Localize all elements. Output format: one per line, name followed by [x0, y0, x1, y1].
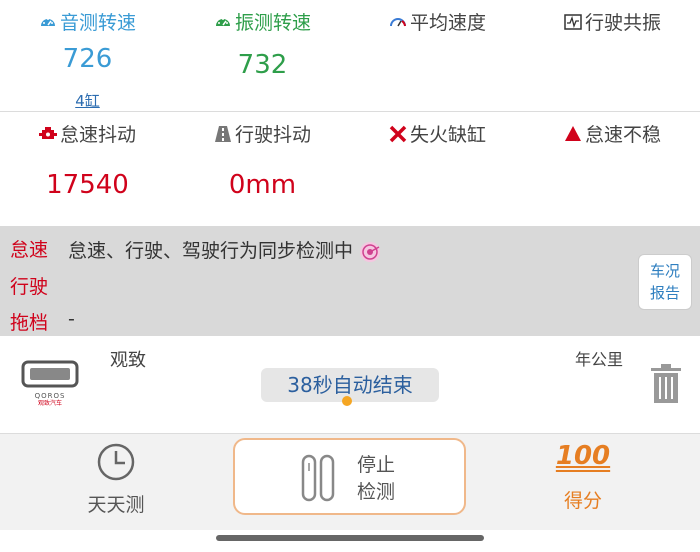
metric-value: 17540 [46, 170, 129, 200]
radar-scan-icon [360, 241, 381, 262]
metric-label: 行驶抖动 [234, 124, 311, 146]
metric-label: 怠速不稳 [584, 124, 661, 146]
score-button[interactable]: 100 得分 [548, 440, 618, 514]
metric-label: 振测转速 [234, 12, 311, 34]
metric-label: 平均速度 [409, 12, 486, 34]
metric-value: 726 [62, 44, 113, 74]
metric-driving-resonance[interactable]: 行驶共振 [525, 0, 700, 111]
gauge-icon [389, 17, 406, 26]
metric-label: 怠速抖动 [59, 124, 136, 146]
clock-icon [97, 443, 135, 481]
stop-label: 停止 检测 [357, 454, 396, 503]
bottom-toolbar: 天天测 停止 检测 100 得分 [0, 434, 700, 530]
metric-label: 行驶共振 [584, 12, 661, 34]
car-info-bar: QOROS 观致汽车 观致 38秒自动结束 年公里 [0, 336, 700, 434]
engine-icon [38, 126, 57, 139]
home-indicator[interactable] [216, 535, 484, 541]
pause-icon [301, 454, 335, 502]
metric-idle-shake[interactable]: 怠速抖动 17540 [0, 112, 175, 226]
speedometer-icon [40, 17, 55, 26]
logo-subtext: 观致汽车 [37, 400, 62, 407]
daily-test-label: 天天测 [87, 494, 145, 516]
status-label-gear: 拖档 [10, 312, 49, 334]
waveform-icon [564, 13, 582, 30]
cylinder-link[interactable]: 4缸 [0, 90, 175, 111]
car-brand: 观致 [110, 350, 146, 371]
metric-misfire[interactable]: 失火缺缸 [350, 112, 525, 226]
vehicle-report-button[interactable]: 车况 报告 [638, 254, 692, 310]
metric-value: 732 [237, 50, 288, 80]
progress-dot [342, 396, 352, 406]
brand-logo[interactable]: QOROS 观致汽车 [20, 360, 80, 407]
metric-label: 音测转速 [59, 12, 136, 34]
qoros-logo-icon [21, 360, 79, 388]
speedometer-icon [215, 17, 230, 26]
status-label-driving: 行驶 [10, 276, 49, 298]
logo-text: QOROS [34, 392, 66, 400]
daily-test-button[interactable]: 天天测 [76, 442, 156, 516]
metric-vibration-rpm[interactable]: 振测转速 732 [175, 0, 350, 111]
metric-label: 失火缺缸 [409, 124, 486, 146]
score-value: 100 [555, 441, 611, 471]
metric-audio-rpm[interactable]: 音测转速 726 4缸 [0, 0, 175, 111]
metrics-row-1: 音测转速 726 4缸 振测转速 732 平均速度 行驶共振 [0, 0, 700, 112]
warning-triangle-icon [564, 125, 581, 141]
road-icon [214, 125, 231, 142]
status-text: 怠速、行驶、驾驶行为同步检测中 [68, 236, 381, 263]
status-label-idle: 怠速 [10, 239, 49, 261]
metric-average-speed[interactable]: 平均速度 [350, 0, 525, 111]
detection-status-panel: 怠速 怠速、行驶、驾驶行为同步检测中 行驶 拖档 - 车况 报告 [0, 226, 700, 336]
metric-driving-shake[interactable]: 行驶抖动 0mm [175, 112, 350, 226]
mileage-label: 年公里 [575, 350, 624, 369]
cross-icon [389, 125, 407, 142]
score-label: 得分 [563, 490, 602, 512]
trash-icon[interactable] [649, 364, 683, 404]
metrics-row-2: 怠速抖动 17540 行驶抖动 0mm 失火缺缸 怠速不稳 [0, 112, 700, 226]
metric-value: 0mm [228, 170, 297, 200]
metric-idle-unstable[interactable]: 怠速不稳 [525, 112, 700, 226]
status-gear-value: - [68, 308, 75, 330]
stop-detection-button[interactable]: 停止 检测 [233, 438, 466, 515]
